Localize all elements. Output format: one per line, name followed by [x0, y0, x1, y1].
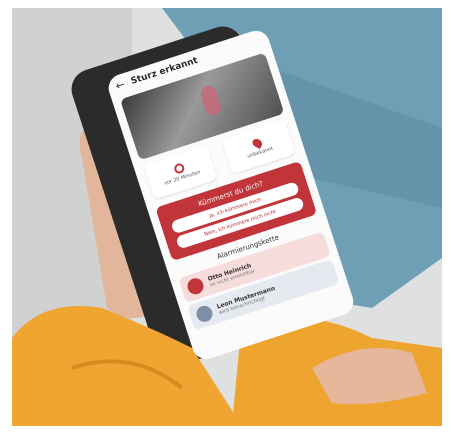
avatar: [194, 303, 215, 324]
back-arrow-icon[interactable]: ←: [114, 78, 128, 93]
avatar: [185, 276, 206, 297]
clock-icon: [173, 162, 186, 175]
photo-frame: ← Sturz erkannt vor 20 Minuten unbekannt…: [12, 8, 442, 426]
fallen-person-highlight: [198, 83, 224, 118]
location-pin-icon: [251, 137, 264, 150]
